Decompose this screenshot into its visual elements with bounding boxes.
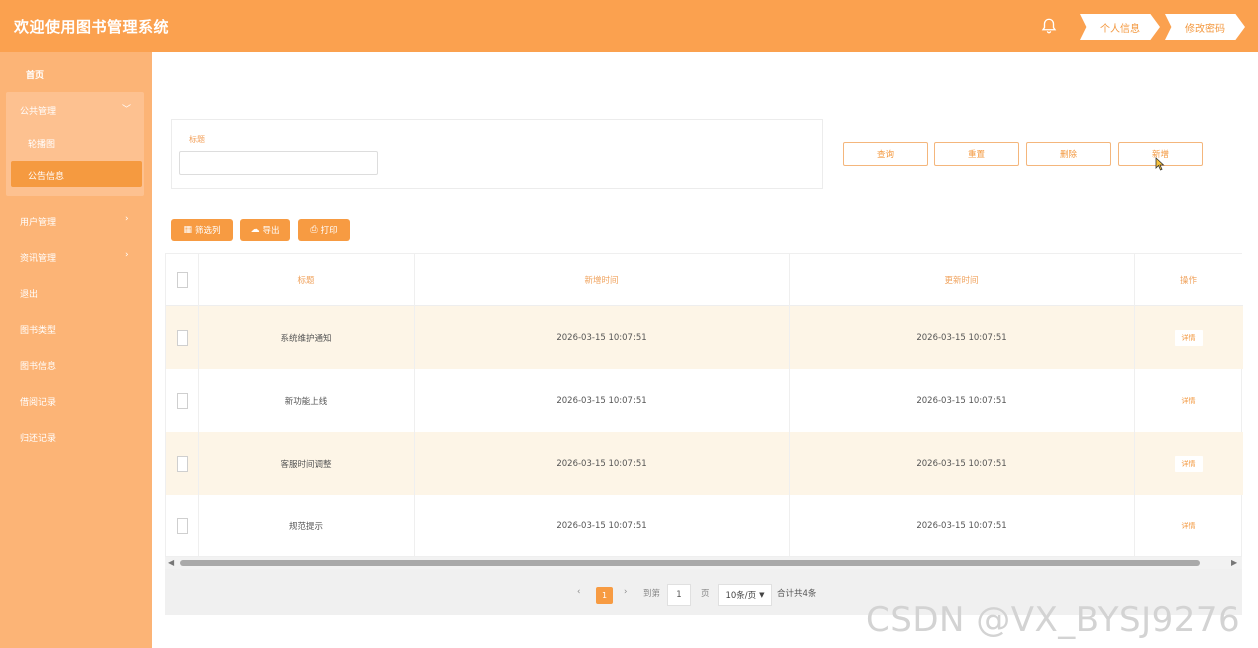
column-header-title[interactable]: 标题 xyxy=(198,254,414,305)
row-action-cell: 详情 xyxy=(1134,432,1243,495)
chevron-right-icon: › xyxy=(125,214,129,224)
row-checkbox[interactable] xyxy=(176,518,188,534)
row-select-cell xyxy=(166,495,198,557)
search-label: 标题 xyxy=(189,135,205,144)
export-button[interactable]: ☁ 导出 xyxy=(240,219,290,241)
row-action-cell: 详情 xyxy=(1134,369,1243,432)
row-updated: 2026-03-15 10:07:51 xyxy=(916,458,1007,469)
filter-columns-label: 筛选列 xyxy=(195,226,221,236)
row-title: 系统维护通知 xyxy=(280,333,332,344)
row-created: 2026-03-15 10:07:51 xyxy=(556,395,647,406)
export-label: 导出 xyxy=(262,226,280,236)
row-action-cell: 详情 xyxy=(1134,495,1243,557)
search-panel: 标题 xyxy=(171,119,823,189)
next-page-icon[interactable]: › xyxy=(624,587,627,597)
watermark-text: CSDN @VX_BYSJ9276 xyxy=(866,600,1241,640)
column-header-actions: 操作 xyxy=(1179,275,1197,286)
row-action-cell: 详情 xyxy=(1134,306,1243,369)
goto-label: 到第 xyxy=(643,589,661,599)
row-title: 新功能上线 xyxy=(284,396,328,407)
bell-icon[interactable] xyxy=(1040,17,1058,35)
title-search-input[interactable] xyxy=(179,151,378,175)
sidebar-item-carousel[interactable]: 轮播图 xyxy=(28,137,55,150)
data-table: 标题 新增时间 更新时间 操作 系统维护通知 2026-03-15 10:07:… xyxy=(165,253,1243,557)
row-created: 2026-03-15 10:07:51 xyxy=(556,521,647,531)
column-header-updated[interactable]: 更新时间 xyxy=(789,254,1134,305)
profile-button[interactable]: 个人信息 xyxy=(1080,14,1160,40)
sidebar-item-news[interactable]: 资讯管理 xyxy=(20,251,56,264)
column-divider xyxy=(414,254,415,556)
page-size-value: 10条/页 xyxy=(725,591,757,601)
table-row: 系统维护通知 2026-03-15 10:07:51 2026-03-15 10… xyxy=(166,306,1243,369)
sidebar-item-borrow-records[interactable]: 借阅记录 xyxy=(20,395,56,408)
sidebar: 首页 公共管理 ﹀ 轮播图 公告信息 用户管理 › 资讯管理 › 退出 图书类型… xyxy=(0,52,152,648)
change-password-button[interactable]: 修改密码 xyxy=(1165,14,1245,40)
app-title: 欢迎使用图书管理系统 xyxy=(14,18,170,36)
sidebar-item-logout[interactable]: 退出 xyxy=(20,287,38,300)
reset-button[interactable]: 重置 xyxy=(934,142,1019,166)
current-page-button[interactable]: 1 xyxy=(596,587,613,604)
table-row: 客服时间调整 2026-03-15 10:07:51 2026-03-15 10… xyxy=(166,432,1243,495)
detail-button[interactable]: 详情 xyxy=(1174,455,1203,472)
table-row: 新功能上线 2026-03-15 10:07:51 2026-03-15 10:… xyxy=(166,369,1243,432)
total-count: 合计共4条 xyxy=(777,589,817,599)
print-label: 打印 xyxy=(320,226,338,236)
cloud-icon: ☁ xyxy=(250,225,260,235)
select-all-cell xyxy=(166,254,198,305)
filter-columns-button[interactable]: ▦ 筛选列 xyxy=(171,219,233,241)
row-updated: 2026-03-15 10:07:51 xyxy=(916,395,1007,406)
row-select-cell xyxy=(166,306,198,369)
delete-button[interactable]: 删除 xyxy=(1026,142,1111,166)
sidebar-item-public[interactable]: 公共管理 xyxy=(20,104,56,117)
scroll-left-icon[interactable]: ◀ xyxy=(168,557,174,569)
row-select-cell xyxy=(166,369,198,432)
chevron-right-icon: › xyxy=(125,250,129,260)
horizontal-scrollbar[interactable]: ◀ ▶ xyxy=(165,557,1242,569)
sidebar-item-notice[interactable]: 公告信息 xyxy=(28,169,64,182)
page-unit-label: 页 xyxy=(701,589,710,599)
chevron-down-icon: ﹀ xyxy=(122,105,132,115)
row-title: 规范提示 xyxy=(288,522,323,532)
mouse-cursor-icon xyxy=(1155,157,1165,171)
sidebar-item-users[interactable]: 用户管理 xyxy=(20,215,56,228)
column-divider xyxy=(1134,254,1135,556)
row-title: 客服时间调整 xyxy=(280,459,332,470)
detail-button[interactable]: 详情 xyxy=(1175,518,1203,534)
scroll-right-icon[interactable]: ▶ xyxy=(1231,557,1237,569)
prev-page-icon[interactable]: ‹ xyxy=(577,587,580,597)
top-header: 欢迎使用图书管理系统 个人信息 修改密码 xyxy=(0,0,1258,52)
select-all-checkbox[interactable] xyxy=(176,271,188,288)
row-checkbox[interactable] xyxy=(176,455,188,472)
detail-button[interactable]: 详情 xyxy=(1174,329,1203,346)
sidebar-item-home[interactable]: 首页 xyxy=(26,68,44,81)
table-icon: ▦ xyxy=(183,225,192,235)
printer-icon: ⎙ xyxy=(310,225,318,235)
row-created: 2026-03-15 10:07:51 xyxy=(556,458,647,469)
row-checkbox[interactable] xyxy=(176,329,188,346)
chevron-down-icon: ▼ xyxy=(759,591,765,599)
detail-button[interactable]: 详情 xyxy=(1175,393,1203,409)
goto-page-input[interactable]: 1 xyxy=(667,584,691,606)
row-created: 2026-03-15 10:07:51 xyxy=(556,332,647,343)
sidebar-item-book-types[interactable]: 图书类型 xyxy=(20,323,56,336)
column-divider xyxy=(789,254,790,556)
sidebar-item-return-records[interactable]: 归还记录 xyxy=(20,431,56,444)
row-updated: 2026-03-15 10:07:51 xyxy=(916,521,1007,531)
column-divider xyxy=(198,254,199,556)
scroll-thumb[interactable] xyxy=(180,560,1200,566)
print-button[interactable]: ⎙ 打印 xyxy=(298,219,350,241)
page-size-select[interactable]: 10条/页 ▼ xyxy=(718,584,772,606)
row-checkbox[interactable] xyxy=(176,392,188,409)
sidebar-item-book-info[interactable]: 图书信息 xyxy=(20,359,56,372)
row-updated: 2026-03-15 10:07:51 xyxy=(916,332,1007,343)
table-header: 标题 新增时间 更新时间 操作 xyxy=(166,254,1243,306)
column-header-created[interactable]: 新增时间 xyxy=(414,254,789,305)
query-button[interactable]: 查询 xyxy=(843,142,928,166)
table-row: 规范提示 2026-03-15 10:07:51 2026-03-15 10:0… xyxy=(166,495,1243,557)
row-select-cell xyxy=(166,432,198,495)
